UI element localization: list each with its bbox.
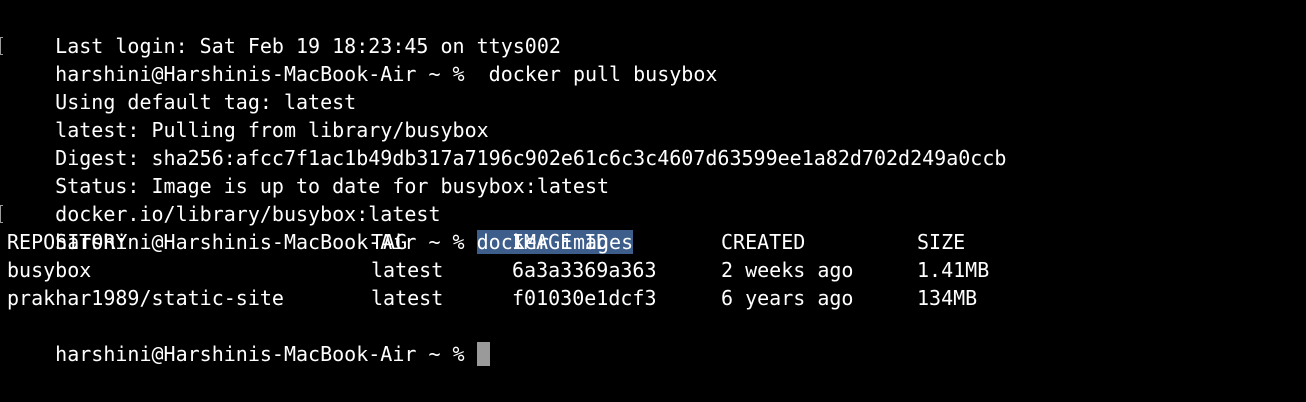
cursor-block[interactable] bbox=[476, 342, 490, 366]
output-line: Using default tag: latest bbox=[0, 60, 1306, 114]
table-row: busybox latest 6a3a3369a363 2 weeks ago 1.41… bbox=[0, 256, 1306, 284]
table-row: prakhar1989/static-site latest f01030e1dcf… bbox=[0, 284, 1306, 312]
table-cell-repository: prakhar1989/static-site bbox=[7, 286, 284, 310]
output-line: Digest: sha256:afcc7f1ac1b49db317a7196c9… bbox=[0, 116, 1306, 170]
output-line: docker.io/library/busybox:latest bbox=[0, 172, 1306, 226]
table-cell-image-id: f01030e1dcf3 bbox=[512, 286, 657, 310]
prompt-line-active: harshini@Harshinis-MacBook-Air ~ % bbox=[0, 312, 1306, 366]
table-header-size: SIZE bbox=[917, 230, 966, 254]
table-header-repository: REPOSITORY bbox=[7, 230, 128, 254]
table-cell-image-id: 6a3a3369a363 bbox=[512, 258, 657, 282]
table-cell-tag: latest bbox=[371, 258, 444, 282]
table-cell-repository: busybox bbox=[7, 258, 92, 282]
table-header-created: CREATED bbox=[721, 230, 806, 254]
table-header-tag: TAG bbox=[371, 230, 408, 254]
last-login-line: Last login: Sat Feb 19 18:23:45 on ttys0… bbox=[0, 4, 1306, 58]
prompt-line-images: harshini@Harshinis-MacBook-Air ~ % docke… bbox=[0, 200, 1306, 254]
command-mark-icon bbox=[0, 37, 3, 55]
terminal-window[interactable]: Last login: Sat Feb 19 18:23:45 on ttys0… bbox=[0, 0, 1306, 402]
table-cell-size: 134MB bbox=[917, 286, 978, 310]
table-header-image-id: IMAGE ID bbox=[512, 230, 609, 254]
table-cell-created: 6 years ago bbox=[721, 286, 854, 310]
command-mark-icon bbox=[0, 205, 3, 223]
table-cell-tag: latest bbox=[371, 286, 444, 310]
prompt-line-pull: harshini@Harshinis-MacBook-Air ~ % docke… bbox=[0, 32, 1306, 86]
table-header-row: REPOSITORY TAG IMAGE ID CREATED SIZE bbox=[0, 228, 1306, 256]
prompt-text: harshini@Harshinis-MacBook-Air ~ % bbox=[55, 342, 477, 366]
table-cell-created: 2 weeks ago bbox=[721, 258, 854, 282]
output-line: Status: Image is up to date for busybox:… bbox=[0, 144, 1306, 198]
output-line: latest: Pulling from library/busybox bbox=[0, 88, 1306, 142]
table-cell-size: 1.41MB bbox=[917, 258, 990, 282]
